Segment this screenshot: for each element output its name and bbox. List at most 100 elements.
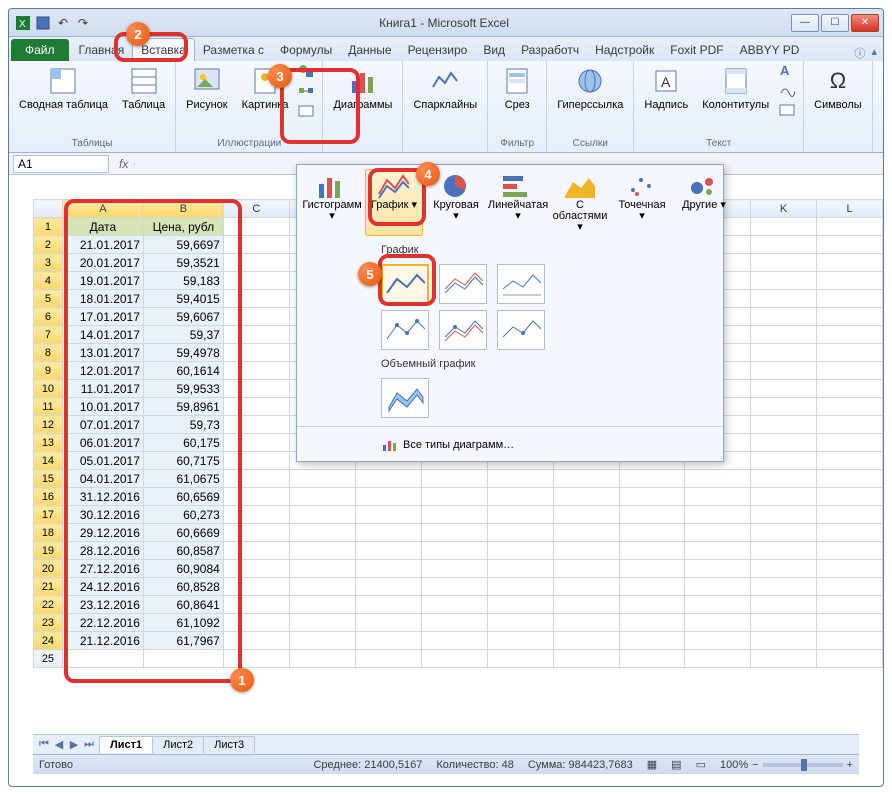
help-icon[interactable]: ⓘ: [854, 45, 865, 61]
cell-H20[interactable]: [553, 560, 619, 578]
cell-H17[interactable]: [553, 506, 619, 524]
cell-G16[interactable]: [487, 488, 553, 506]
cell-C8[interactable]: [223, 344, 289, 362]
cell-C10[interactable]: [223, 380, 289, 398]
cell-K5[interactable]: [751, 290, 817, 308]
sheet-tab-Лист2[interactable]: Лист2: [152, 736, 204, 753]
cell-C2[interactable]: [223, 236, 289, 254]
cell-L24[interactable]: [817, 632, 883, 650]
cell-J18[interactable]: [685, 524, 751, 542]
cell-L10[interactable]: [817, 380, 883, 398]
row-header-19[interactable]: 19: [34, 542, 63, 560]
cell-H18[interactable]: [553, 524, 619, 542]
cell-K23[interactable]: [751, 614, 817, 632]
cell-L15[interactable]: [817, 470, 883, 488]
cell-F24[interactable]: [421, 632, 487, 650]
cell-J17[interactable]: [685, 506, 751, 524]
sparklines-button[interactable]: Спарклайны: [409, 63, 481, 113]
smartart-icon[interactable]: [298, 83, 316, 101]
chart-type-С областями[interactable]: С областями ▾: [551, 169, 609, 236]
cell-A15[interactable]: 04.01.2017: [62, 470, 143, 488]
cell-G22[interactable]: [487, 596, 553, 614]
row-header-8[interactable]: 8: [34, 344, 63, 362]
ribbon-tab-0[interactable]: Главная: [71, 39, 133, 61]
cell-K1[interactable]: [751, 218, 817, 236]
cell-C21[interactable]: [223, 578, 289, 596]
cell-J24[interactable]: [685, 632, 751, 650]
cell-H19[interactable]: [553, 542, 619, 560]
charts-button[interactable]: Диаграммы: [329, 63, 396, 113]
cell-K10[interactable]: [751, 380, 817, 398]
chart-type-График[interactable]: График ▾: [365, 169, 423, 236]
cell-I23[interactable]: [619, 614, 685, 632]
view-normal-icon[interactable]: ▦: [647, 758, 657, 771]
cell-L8[interactable]: [817, 344, 883, 362]
cell-A23[interactable]: 22.12.2016: [62, 614, 143, 632]
table-button[interactable]: Таблица: [118, 63, 169, 113]
cell-C18[interactable]: [223, 524, 289, 542]
chart-type-Другие[interactable]: Другие ▾: [675, 169, 733, 236]
cell-G17[interactable]: [487, 506, 553, 524]
cell-D23[interactable]: [289, 614, 355, 632]
cell-E25[interactable]: [355, 650, 421, 668]
cell-I19[interactable]: [619, 542, 685, 560]
cell-E15[interactable]: [355, 470, 421, 488]
cell-K15[interactable]: [751, 470, 817, 488]
chart-type-Точечная[interactable]: Точечная ▾: [613, 169, 671, 236]
cell-E16[interactable]: [355, 488, 421, 506]
cell-L7[interactable]: [817, 326, 883, 344]
cell-C9[interactable]: [223, 362, 289, 380]
row-header-17[interactable]: 17: [34, 506, 63, 524]
row-header-5[interactable]: 5: [34, 290, 63, 308]
cell-G20[interactable]: [487, 560, 553, 578]
cell-C19[interactable]: [223, 542, 289, 560]
cell-F19[interactable]: [421, 542, 487, 560]
chart-type-Линейчатая[interactable]: Линейчатая ▾: [489, 169, 547, 236]
cell-L25[interactable]: [817, 650, 883, 668]
line-chart-markers[interactable]: [381, 310, 429, 350]
object-icon[interactable]: [779, 103, 797, 121]
cell-L5[interactable]: [817, 290, 883, 308]
cell-L9[interactable]: [817, 362, 883, 380]
row-header-3[interactable]: 3: [34, 254, 63, 272]
cell-K24[interactable]: [751, 632, 817, 650]
ribbon-tab-3[interactable]: Формулы: [272, 39, 340, 61]
pivot-table-button[interactable]: Сводная таблица: [15, 63, 112, 113]
cell-C5[interactable]: [223, 290, 289, 308]
row-header-24[interactable]: 24: [34, 632, 63, 650]
cell-B6[interactable]: 59,6067: [143, 308, 223, 326]
cell-F21[interactable]: [421, 578, 487, 596]
cell-C4[interactable]: [223, 272, 289, 290]
signature-icon[interactable]: [779, 83, 797, 101]
cell-J16[interactable]: [685, 488, 751, 506]
cell-B18[interactable]: 60,6669: [143, 524, 223, 542]
cell-L23[interactable]: [817, 614, 883, 632]
cell-L13[interactable]: [817, 434, 883, 452]
cell-B22[interactable]: 60,8641: [143, 596, 223, 614]
cell-C6[interactable]: [223, 308, 289, 326]
cell-A18[interactable]: 29.12.2016: [62, 524, 143, 542]
cell-A6[interactable]: 17.01.2017: [62, 308, 143, 326]
maximize-button[interactable]: ☐: [821, 14, 849, 32]
cell-K25[interactable]: [751, 650, 817, 668]
cell-G25[interactable]: [487, 650, 553, 668]
row-header-18[interactable]: 18: [34, 524, 63, 542]
cell-A3[interactable]: 20.01.2017: [62, 254, 143, 272]
cell-C3[interactable]: [223, 254, 289, 272]
cell-L22[interactable]: [817, 596, 883, 614]
cell-F23[interactable]: [421, 614, 487, 632]
fx-icon[interactable]: fx: [113, 157, 134, 171]
name-box[interactable]: A1: [13, 155, 109, 173]
cell-B13[interactable]: 60,175: [143, 434, 223, 452]
ribbon-tab-2[interactable]: Разметка с: [195, 39, 272, 61]
cell-B3[interactable]: 59,3521: [143, 254, 223, 272]
cell-K11[interactable]: [751, 398, 817, 416]
cell-K14[interactable]: [751, 452, 817, 470]
cell-A8[interactable]: 13.01.2017: [62, 344, 143, 362]
cell-A5[interactable]: 18.01.2017: [62, 290, 143, 308]
wordart-icon[interactable]: A: [779, 63, 797, 81]
cell-A17[interactable]: 30.12.2016: [62, 506, 143, 524]
zoom-control[interactable]: 100% −+: [720, 759, 853, 771]
cell-B5[interactable]: 59,4015: [143, 290, 223, 308]
cell-H22[interactable]: [553, 596, 619, 614]
